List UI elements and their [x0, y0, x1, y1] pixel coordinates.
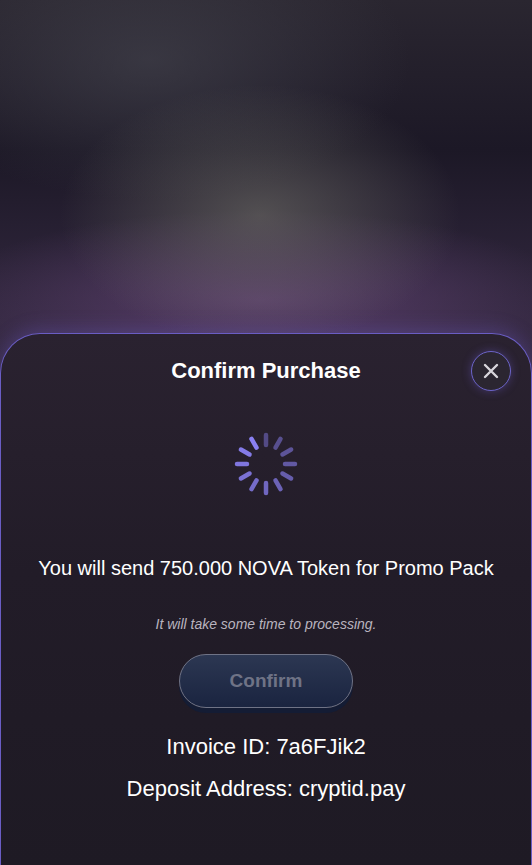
- processing-note: It will take some time to processing.: [13, 614, 519, 634]
- blurred-background: [0, 0, 532, 373]
- close-button[interactable]: [471, 351, 511, 391]
- invoice-id: Invoice ID: 7a6FJik2: [13, 732, 519, 762]
- deposit-address: Deposit Address: cryptid.pay: [13, 774, 519, 804]
- confirm-sheet: Confirm Purchase You will send 750.000 NO…: [0, 333, 532, 865]
- close-icon: [483, 363, 499, 379]
- confirm-button[interactable]: Confirm: [179, 654, 353, 708]
- spinner-icon: [233, 431, 299, 497]
- sheet-header: Confirm Purchase: [13, 351, 519, 391]
- sheet-title: Confirm Purchase: [171, 358, 361, 384]
- purchase-message: You will send 750.000 NOVA Token for Pro…: [23, 555, 509, 581]
